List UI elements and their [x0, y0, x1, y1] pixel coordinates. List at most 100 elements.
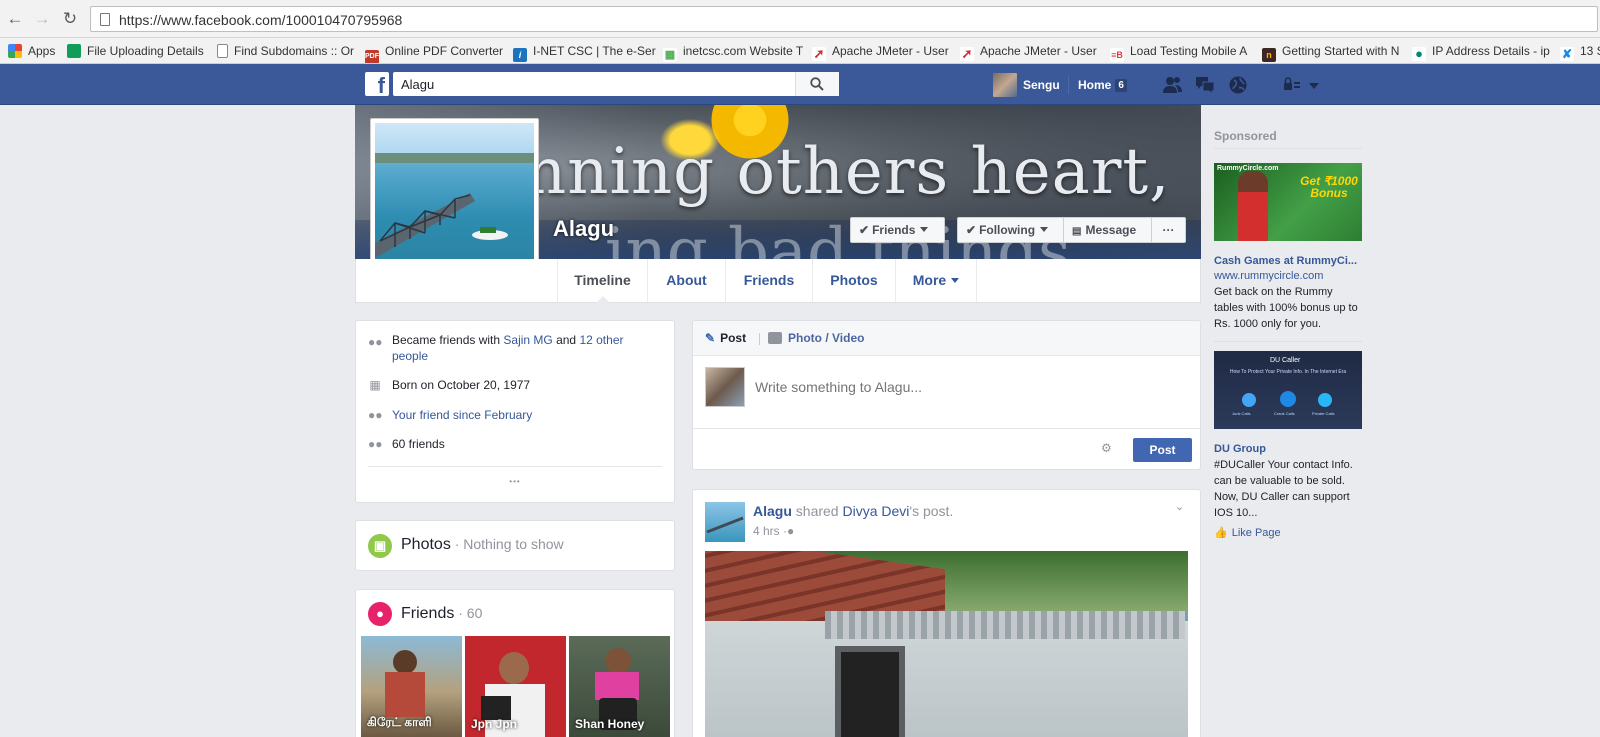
pdf-icon: PDF — [365, 50, 379, 63]
search-button[interactable] — [795, 72, 839, 96]
url-text: https://www.facebook.com/100010470795968 — [119, 12, 403, 28]
sheets-icon — [67, 44, 81, 58]
ad-title-du-group[interactable]: DU Group — [1214, 443, 1364, 455]
avatar — [705, 367, 745, 407]
bookmark-13s[interactable]: ✘13 S — [1560, 44, 1600, 61]
composer-tab-photo-video[interactable]: Photo / Video — [768, 321, 864, 356]
divider — [1068, 76, 1069, 94]
bookmark-load-testing[interactable]: ≡B Load Testing Mobile A — [1110, 44, 1247, 62]
avatar — [605, 648, 631, 674]
back-arrow-icon[interactable]: ← — [5, 9, 25, 29]
bookmark-pdf-converter[interactable]: PDF Online PDF Converter — [365, 44, 503, 63]
friends-card-title[interactable]: Friends · 60 — [401, 605, 482, 623]
check-icon: ✔ — [966, 223, 977, 237]
page-icon — [217, 44, 228, 58]
friends-button[interactable]: ✔ Friends — [850, 217, 945, 243]
composer-input[interactable] — [755, 379, 1175, 395]
profile-name[interactable]: Alagu — [553, 216, 614, 242]
cover-text: nning others heart, — [525, 135, 1171, 209]
junk-calls-icon — [1242, 393, 1256, 407]
friends-icon: ●● — [368, 335, 383, 349]
pencil-icon: ✎ — [705, 331, 716, 345]
like-page-link[interactable]: 👍 Like Page — [1214, 526, 1281, 539]
tab-timeline[interactable]: Timeline — [557, 259, 647, 303]
notifications-globe-icon[interactable] — [1227, 74, 1249, 96]
shared-post-image[interactable] — [705, 551, 1188, 737]
search-input[interactable] — [393, 72, 839, 96]
pin-icon: ● — [1412, 47, 1426, 61]
intro-friend-count: 60 friends — [392, 437, 445, 451]
intro-friend-since[interactable]: Your friend since February — [392, 407, 532, 423]
bookmark-getting-started[interactable]: n Getting Started with N — [1262, 44, 1399, 62]
following-button[interactable]: ✔ Following — [957, 217, 1064, 243]
bookmark-apps[interactable]: Apps — [8, 44, 55, 58]
post-timestamp[interactable]: 4 hrs ·● — [753, 524, 794, 538]
tab-more[interactable]: More — [895, 259, 977, 302]
home-link[interactable]: Home 6 — [1078, 73, 1127, 97]
reload-icon[interactable]: ↻ — [60, 9, 80, 29]
account-menu-chevron-down-icon[interactable] — [1307, 74, 1329, 96]
friends-icon: ●● — [368, 437, 383, 451]
bookmark-jmeter-1[interactable]: ➚ Apache JMeter - User — [812, 44, 949, 61]
friend-tile[interactable]: Jpn Jpn — [465, 636, 566, 737]
friend-requests-icon[interactable] — [1162, 74, 1184, 96]
avatar[interactable] — [705, 502, 745, 542]
facebook-logo-icon[interactable]: f — [365, 72, 389, 96]
avatar — [499, 652, 529, 684]
bookmark-inetcsc-website[interactable]: ▦ inetcsc.com Website T — [663, 44, 803, 62]
friend-link[interactable]: Sajin MG — [503, 333, 552, 347]
bookmark-inet-csc[interactable]: i I-NET CSC | The e-Ser — [513, 44, 656, 62]
ad-image-rummy[interactable]: RummyCircle.com Get ₹1000 Bonus — [1214, 163, 1362, 241]
intro-card: ●● Became friends with Sajin MG and 12 o… — [355, 320, 675, 503]
tab-about[interactable]: About — [647, 259, 725, 302]
post-author-link[interactable]: Alagu — [753, 503, 792, 519]
ad-url-rummy[interactable]: www.rummycircle.com — [1214, 270, 1323, 282]
chevron-down-icon — [1040, 227, 1049, 232]
friends-icon: ● — [368, 602, 392, 626]
photos-card-title[interactable]: Photos · Nothing to show — [401, 536, 564, 554]
thumbs-up-icon: 👍 — [1214, 527, 1228, 539]
bookmark-find-subdomains[interactable]: Find Subdomains :: Or — [217, 44, 354, 58]
xpath-icon: ✘ — [1560, 47, 1574, 61]
more-options-button[interactable]: ··· — [1151, 217, 1186, 243]
shared-from-link[interactable]: Divya Devi — [842, 503, 909, 519]
user-name: Sengu — [1023, 78, 1060, 92]
ad-title-rummy[interactable]: Cash Games at RummyCi... — [1214, 255, 1364, 267]
messages-icon[interactable] — [1194, 74, 1216, 96]
person-graphic — [1238, 171, 1268, 241]
ad-image-du-caller[interactable]: DU Caller How To Protect Your Private In… — [1214, 351, 1362, 429]
audience-settings-icon[interactable]: ⚙ — [1101, 441, 1112, 455]
calendar-icon: ▦ — [369, 378, 381, 392]
photos-icon: ▣ — [368, 534, 392, 558]
photos-card: ▣ Photos · Nothing to show — [355, 520, 675, 571]
chevron-down-icon — [951, 278, 960, 283]
composer-tab-post[interactable]: ✎ Post — [705, 321, 746, 356]
nexus-icon: n — [1262, 48, 1276, 62]
friend-tile[interactable]: Shan Honey — [569, 636, 670, 737]
message-button[interactable]: ▤ Message — [1063, 217, 1152, 243]
intro-born: Born on October 20, 1977 — [392, 378, 531, 392]
intro-became-friends: Became friends with Sajin MG and 12 othe… — [392, 333, 624, 363]
tab-friends[interactable]: Friends — [725, 259, 812, 302]
divider — [1214, 341, 1362, 342]
friend-tile[interactable]: கிரேட் காளி — [361, 636, 462, 737]
post-options-chevron-down-icon[interactable]: ⌄ — [1175, 500, 1184, 513]
forward-arrow-icon[interactable]: → — [32, 9, 52, 29]
audience-friends-icon: ·● — [783, 524, 795, 538]
camera-icon — [768, 332, 782, 344]
facebook-top-bar: f Sengu Home6 — [0, 64, 1600, 105]
friends-icon: ●● — [368, 408, 383, 422]
privacy-shortcuts-icon[interactable] — [1282, 74, 1304, 96]
divider — [759, 333, 760, 345]
address-bar[interactable]: https://www.facebook.com/100010470795968 — [90, 6, 1598, 32]
ad-text-du-group: #DUCaller Your contact Info. can be valu… — [1214, 459, 1353, 519]
bookmark-file-uploading[interactable]: File Uploading Details — [67, 44, 204, 58]
tab-photos[interactable]: Photos — [812, 259, 895, 302]
bookmark-ip-address[interactable]: ● IP Address Details - ip — [1412, 44, 1550, 61]
b-icon: ≡B — [1110, 48, 1124, 62]
post-button[interactable]: Post — [1133, 438, 1192, 462]
bookmark-jmeter-2[interactable]: ➚ Apache JMeter - User — [960, 44, 1097, 61]
see-more-dots[interactable]: ••• — [356, 477, 674, 486]
ad-text-rummy: Get back on the Rummy tables with 100% b… — [1214, 286, 1358, 330]
crank-calls-icon — [1280, 391, 1296, 407]
